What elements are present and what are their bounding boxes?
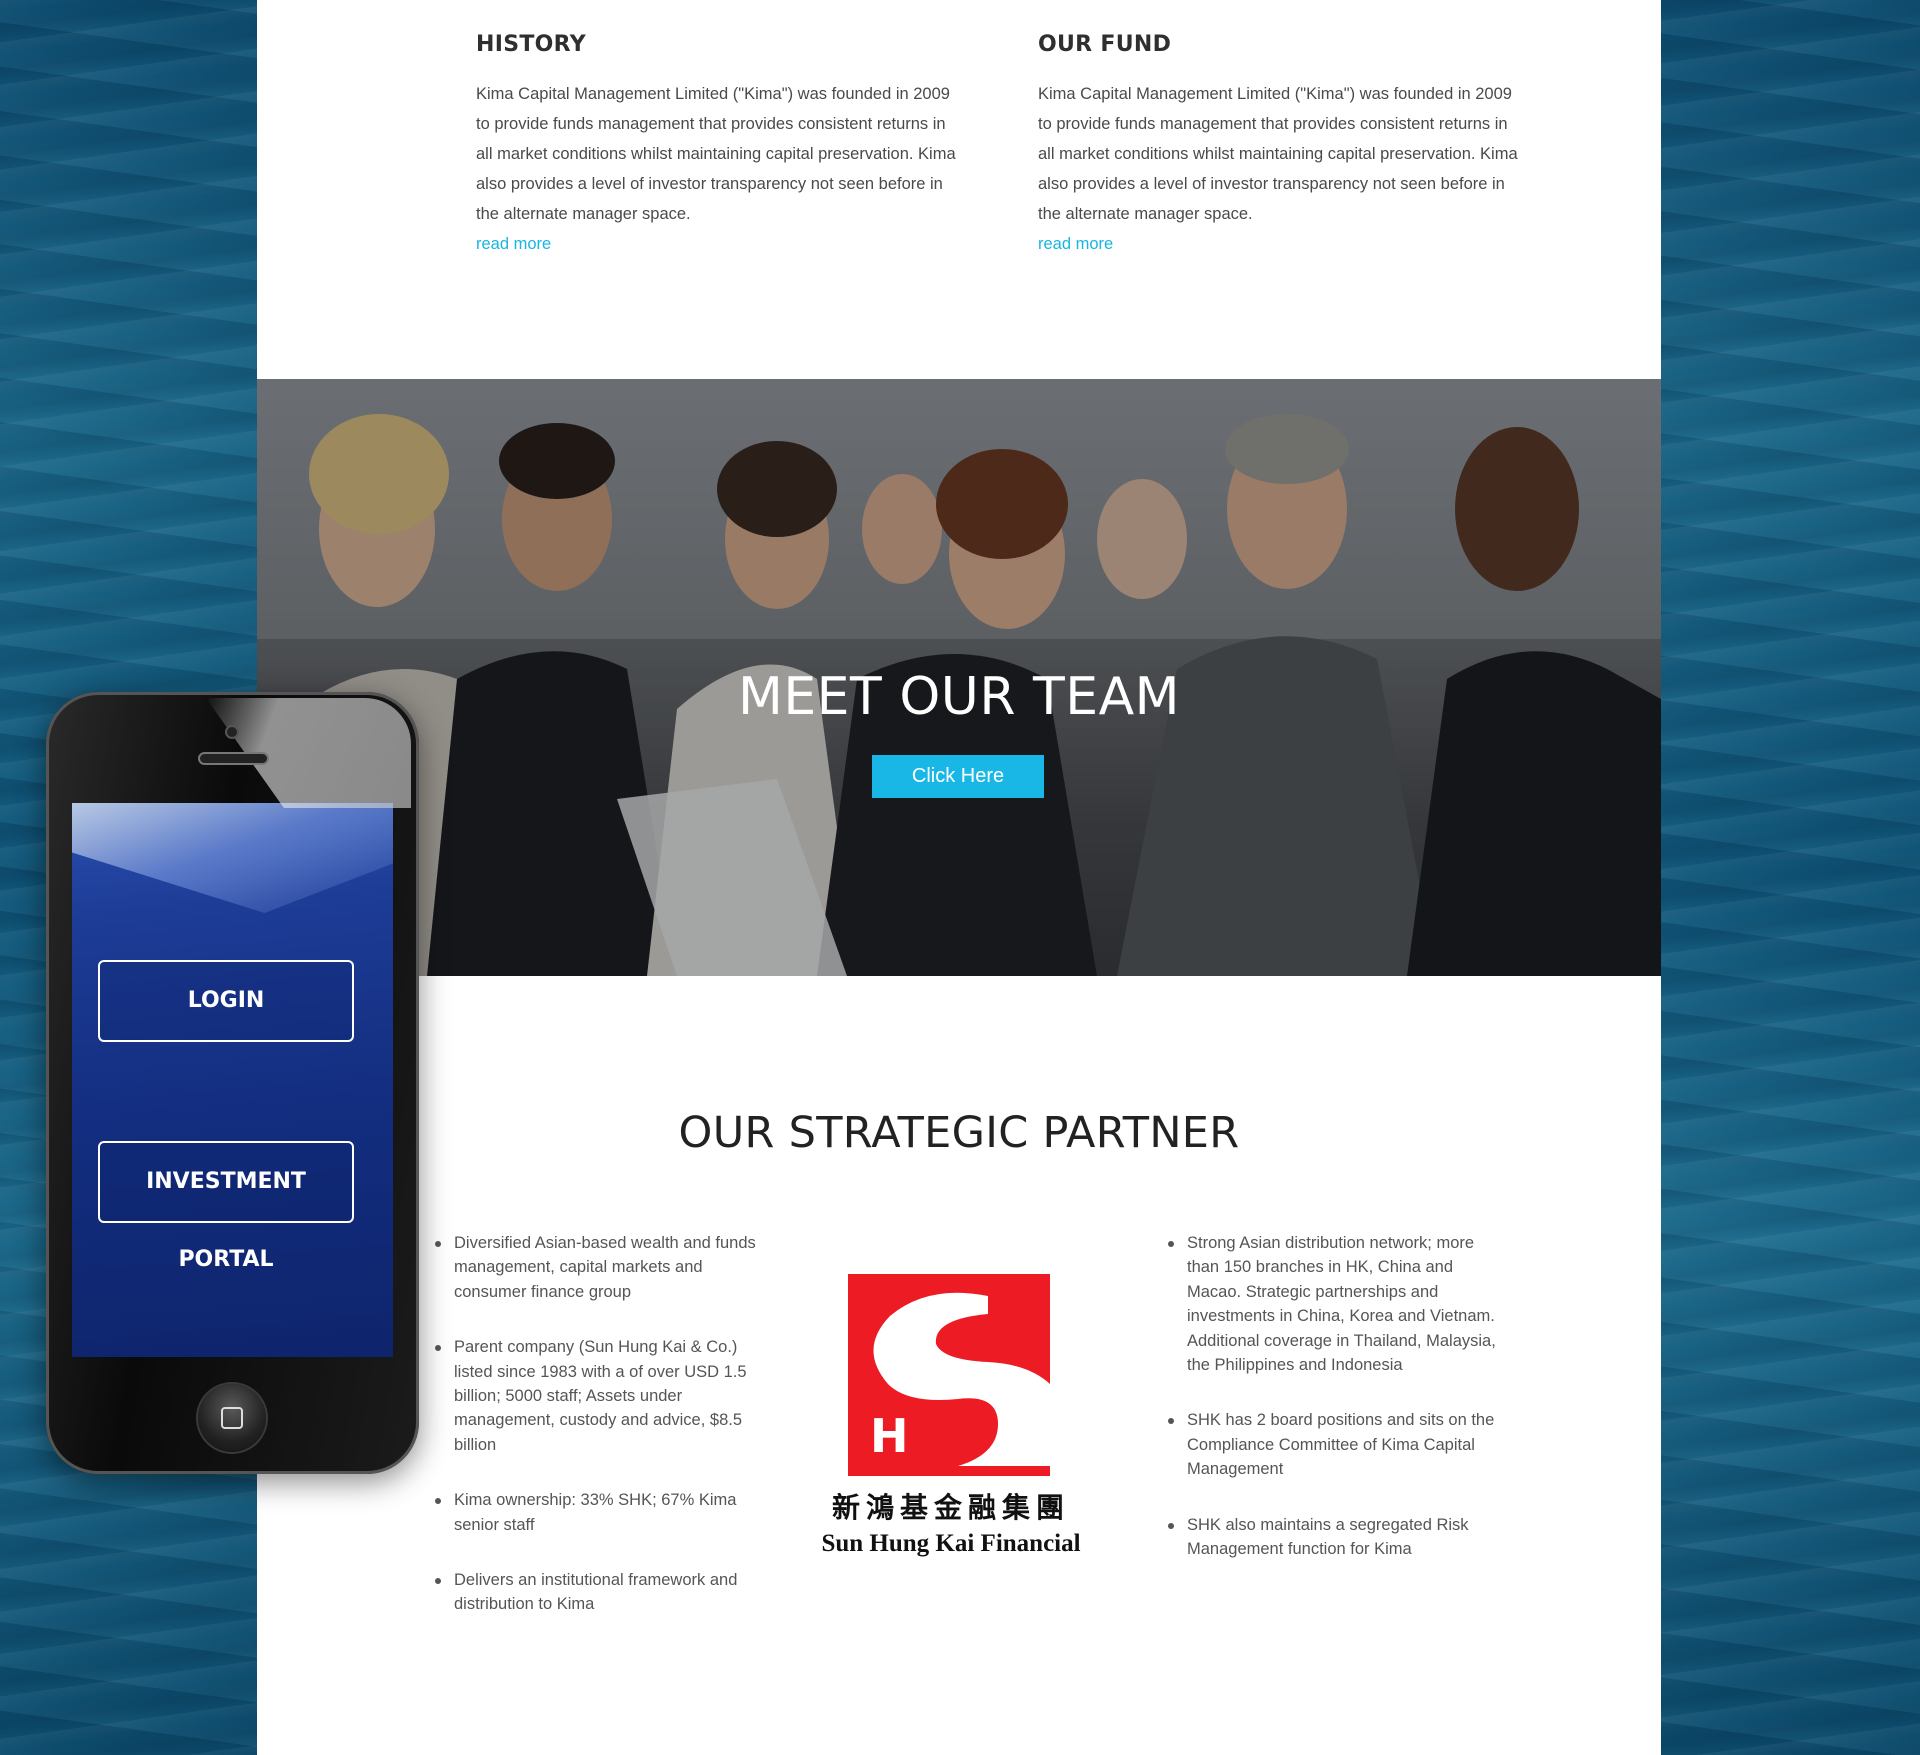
history-title: HISTORY xyxy=(476,32,586,57)
speaker-icon xyxy=(200,754,267,763)
history-section: HISTORY Kima Capital Management Limited … xyxy=(476,32,956,259)
list-item: Kima ownership: 33% SHK; 67% Kima senior… xyxy=(433,1488,763,1537)
partner-right-list: Strong Asian distribution network; more … xyxy=(1166,1231,1496,1592)
shk-logo: K H xyxy=(848,1274,1050,1476)
team-banner: MEET OUR TEAM Click Here xyxy=(257,379,1661,976)
phone-widget: LOGIN INVESTMENT PORTAL xyxy=(46,692,419,1474)
list-item: Parent company (Sun Hung Kai & Co.) list… xyxy=(433,1335,763,1457)
shk-chinese-name: 新鴻基金融集團 xyxy=(831,1491,1070,1524)
history-body: Kima Capital Management Limited ("Kima")… xyxy=(476,85,956,223)
screen-wave-graphic xyxy=(72,803,393,913)
fund-section: OUR FUND Kima Capital Management Limited… xyxy=(1038,32,1518,259)
list-item: Delivers an institutional framework and … xyxy=(433,1568,763,1617)
shk-english-name: Sun Hung Kai Financial xyxy=(821,1530,1081,1557)
investment-portal-button[interactable]: INVESTMENT PORTAL xyxy=(98,1141,354,1272)
main-content: HISTORY Kima Capital Management Limited … xyxy=(257,0,1661,1755)
team-title: MEET OUR TEAM xyxy=(737,667,1181,727)
phone-screen: LOGIN INVESTMENT PORTAL xyxy=(72,803,393,1357)
partner-title: OUR STRATEGIC PARTNER xyxy=(678,1108,1240,1158)
list-item: Diversified Asian-based wealth and funds… xyxy=(433,1231,763,1304)
shk-logo-mark: K H xyxy=(848,1274,1050,1476)
home-button-icon xyxy=(198,1384,266,1452)
login-button[interactable]: LOGIN xyxy=(98,960,354,1042)
fund-read-more-link[interactable]: read more xyxy=(1038,229,1518,259)
logo-letter-k: K xyxy=(1003,1289,1041,1343)
camera-icon xyxy=(227,727,237,737)
list-item: SHK also maintains a segregated Risk Man… xyxy=(1166,1513,1496,1562)
phone-glare xyxy=(206,698,411,808)
team-click-here-button[interactable]: Click Here xyxy=(872,755,1044,798)
list-item: SHK has 2 board positions and sits on th… xyxy=(1166,1408,1496,1481)
fund-title: OUR FUND xyxy=(1038,32,1172,57)
fund-body: Kima Capital Management Limited ("Kima")… xyxy=(1038,85,1518,223)
list-item: Strong Asian distribution network; more … xyxy=(1166,1231,1496,1377)
partner-left-list: Diversified Asian-based wealth and funds… xyxy=(433,1231,763,1648)
logo-letter-h: H xyxy=(870,1409,909,1463)
history-read-more-link[interactable]: read more xyxy=(476,229,956,259)
